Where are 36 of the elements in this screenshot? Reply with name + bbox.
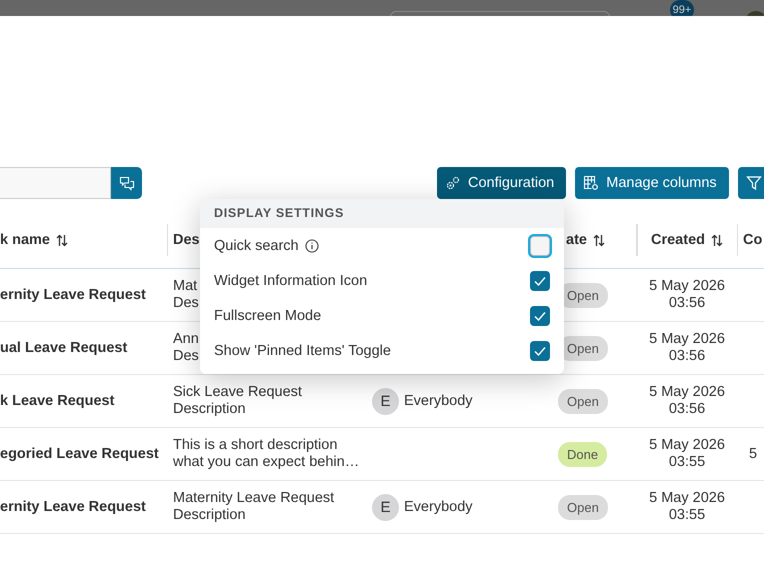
description-cell: Mat Des xyxy=(173,278,199,311)
task-name[interactable]: ernity Leave Request xyxy=(0,498,146,514)
task-name[interactable]: k Leave Request xyxy=(0,392,114,408)
task-name[interactable]: ernity Leave Request xyxy=(0,286,146,302)
column-header[interactable]: ate xyxy=(566,232,587,248)
description-cell: Ann Des xyxy=(173,331,199,364)
created-date: 5 May 2026 03:55 xyxy=(649,490,725,523)
configuration-button[interactable]: Configuration xyxy=(437,167,566,199)
avatar-initial: E xyxy=(372,388,399,414)
created-date: 5 May 2026 03:55 xyxy=(649,437,725,470)
table-cell: 5 xyxy=(749,446,758,462)
setting-label: Show 'Pinned Items' Toggle xyxy=(214,342,391,358)
created-date: 5 May 2026 03:56 xyxy=(649,331,725,364)
status-badge: Open xyxy=(558,388,608,414)
column-header[interactable]: k name xyxy=(0,232,50,248)
column-header[interactable]: Des xyxy=(173,232,200,248)
menu-heading: DISPLAY SETTINGS xyxy=(200,199,564,228)
setting-label: Widget Information Icon xyxy=(214,272,368,288)
task-name[interactable]: ual Leave Request xyxy=(0,340,128,356)
column-header[interactable]: Created xyxy=(651,232,705,248)
task-name[interactable]: egoried Leave Request xyxy=(0,446,159,462)
manage-columns-button[interactable]: Manage columns xyxy=(575,167,729,199)
setting-label: Quick search xyxy=(214,238,299,254)
notification-badge: 99+ xyxy=(670,0,694,16)
created-date: 5 May 2026 03:56 xyxy=(649,278,725,311)
assignee-name: Everybody xyxy=(404,392,473,410)
created-date: 5 May 2026 03:56 xyxy=(649,384,725,417)
description-cell: Maternity Leave Request Description xyxy=(173,490,334,523)
status-badge: Done xyxy=(558,442,608,466)
description-cell: This is a short description what you can expect behin… xyxy=(173,437,360,470)
assignee-name: Everybody xyxy=(404,498,473,516)
description-cell: Sick Leave Request Description xyxy=(173,384,302,417)
avatar-initial: E xyxy=(372,494,399,520)
status-badge: Open xyxy=(558,494,608,520)
setting-label: Fullscreen Mode xyxy=(214,308,322,324)
column-header[interactable]: Co xyxy=(743,232,762,248)
